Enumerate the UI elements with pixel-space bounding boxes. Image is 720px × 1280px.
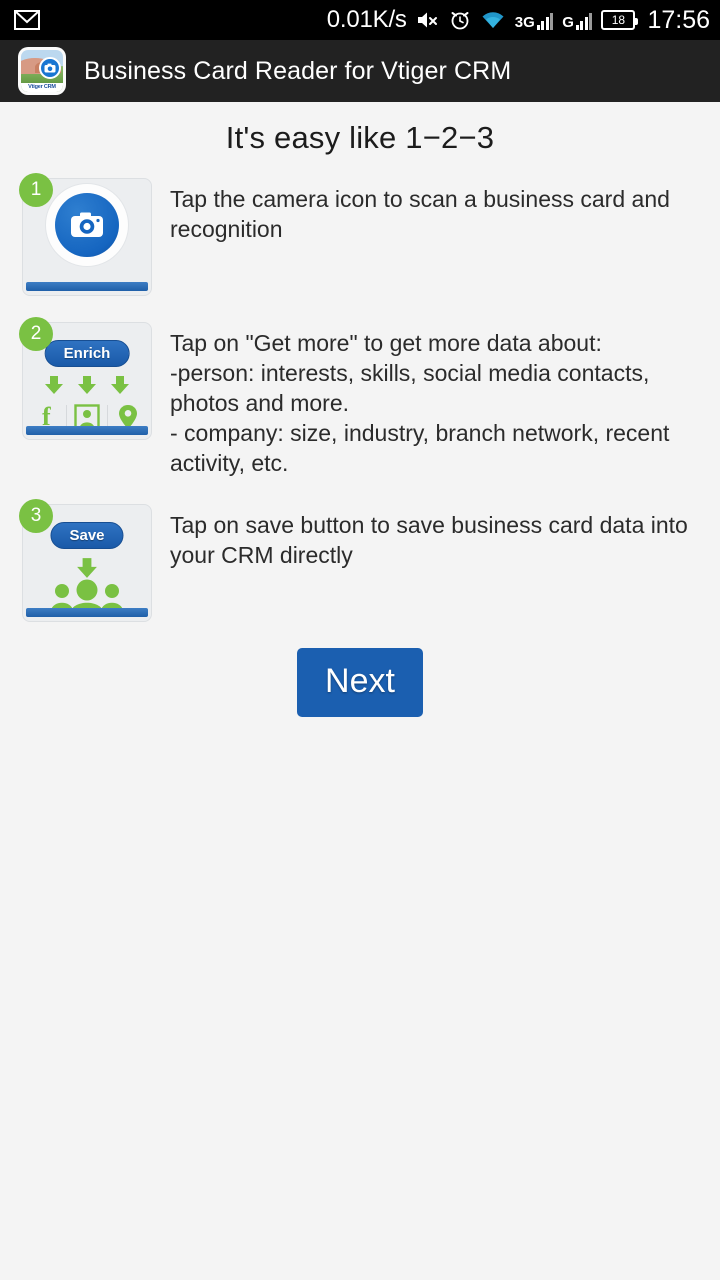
app-icon-label: Vtiger CRM — [21, 83, 63, 92]
app-bar-title: Business Card Reader for Vtiger CRM — [84, 56, 512, 85]
status-bar: 0.01K/s 3G G 18 17:56 — [0, 0, 720, 40]
status-bar-clock: 17:56 — [647, 5, 710, 34]
down-arrow-icon — [77, 375, 97, 400]
step-2-text: Tap on "Get more" to get more data about… — [170, 330, 670, 476]
next-button[interactable]: Next — [297, 648, 423, 717]
sim2-signal-icon: G — [562, 10, 593, 31]
camera-button-thumbnail[interactable]: 1 — [19, 173, 152, 296]
sim1-network-label: 3G — [514, 14, 535, 31]
alarm-clock-icon — [449, 9, 471, 31]
camera-ring — [45, 183, 129, 267]
onboarding-content: It's easy like 1−2−3 1 Tap the camera ic… — [0, 102, 720, 717]
thumbnail-bottom-bar — [26, 282, 148, 291]
camera-icon — [55, 193, 119, 257]
thumbnail-bottom-bar — [26, 426, 148, 435]
step-1: 1 Tap the camera icon to scan a business… — [0, 173, 720, 296]
save-button-thumbnail[interactable]: 3 Save — [19, 499, 152, 622]
next-button-container: Next — [0, 648, 720, 717]
app-icon-camera-glyph — [39, 57, 61, 79]
step-badge-3: 3 — [19, 499, 53, 533]
save-button[interactable]: Save — [50, 522, 124, 549]
gmail-icon — [14, 10, 40, 30]
status-bar-notifications — [14, 10, 327, 30]
app-bar: Vtiger CRM Business Card Reader for Vtig… — [0, 40, 720, 102]
thumbnail-bottom-bar — [26, 608, 148, 617]
step-1-text: Tap the camera icon to scan a business c… — [170, 186, 670, 242]
enrich-arrow-row — [23, 375, 151, 400]
enrich-button-thumbnail[interactable]: 2 Enrich f — [19, 317, 152, 440]
step-2: 2 Enrich f Tap on "Get more" to get more… — [0, 317, 720, 478]
battery-level-text: 18 — [611, 13, 626, 27]
step-badge-2: 2 — [19, 317, 53, 351]
wifi-icon — [480, 10, 506, 30]
volume-mute-icon — [416, 10, 440, 30]
down-arrow-icon — [44, 375, 64, 400]
status-bar-icons: 0.01K/s 3G G 18 17:56 — [327, 6, 710, 35]
sim2-network-label: G — [562, 14, 574, 31]
step-3-text: Tap on save button to save business card… — [170, 512, 688, 568]
step-badge-1: 1 — [19, 173, 53, 207]
battery-icon: 18 — [601, 10, 639, 30]
app-icon-vtiger-crm: Vtiger CRM — [18, 47, 66, 95]
page-title: It's easy like 1−2−3 — [225, 120, 495, 155]
down-arrow-icon — [110, 375, 130, 400]
enrich-button[interactable]: Enrich — [44, 340, 130, 367]
step-3: 3 Save Tap on save button to save busine… — [0, 499, 720, 622]
sim1-signal-icon: 3G — [515, 10, 554, 30]
network-speed-text: 0.01K/s — [326, 6, 407, 33]
